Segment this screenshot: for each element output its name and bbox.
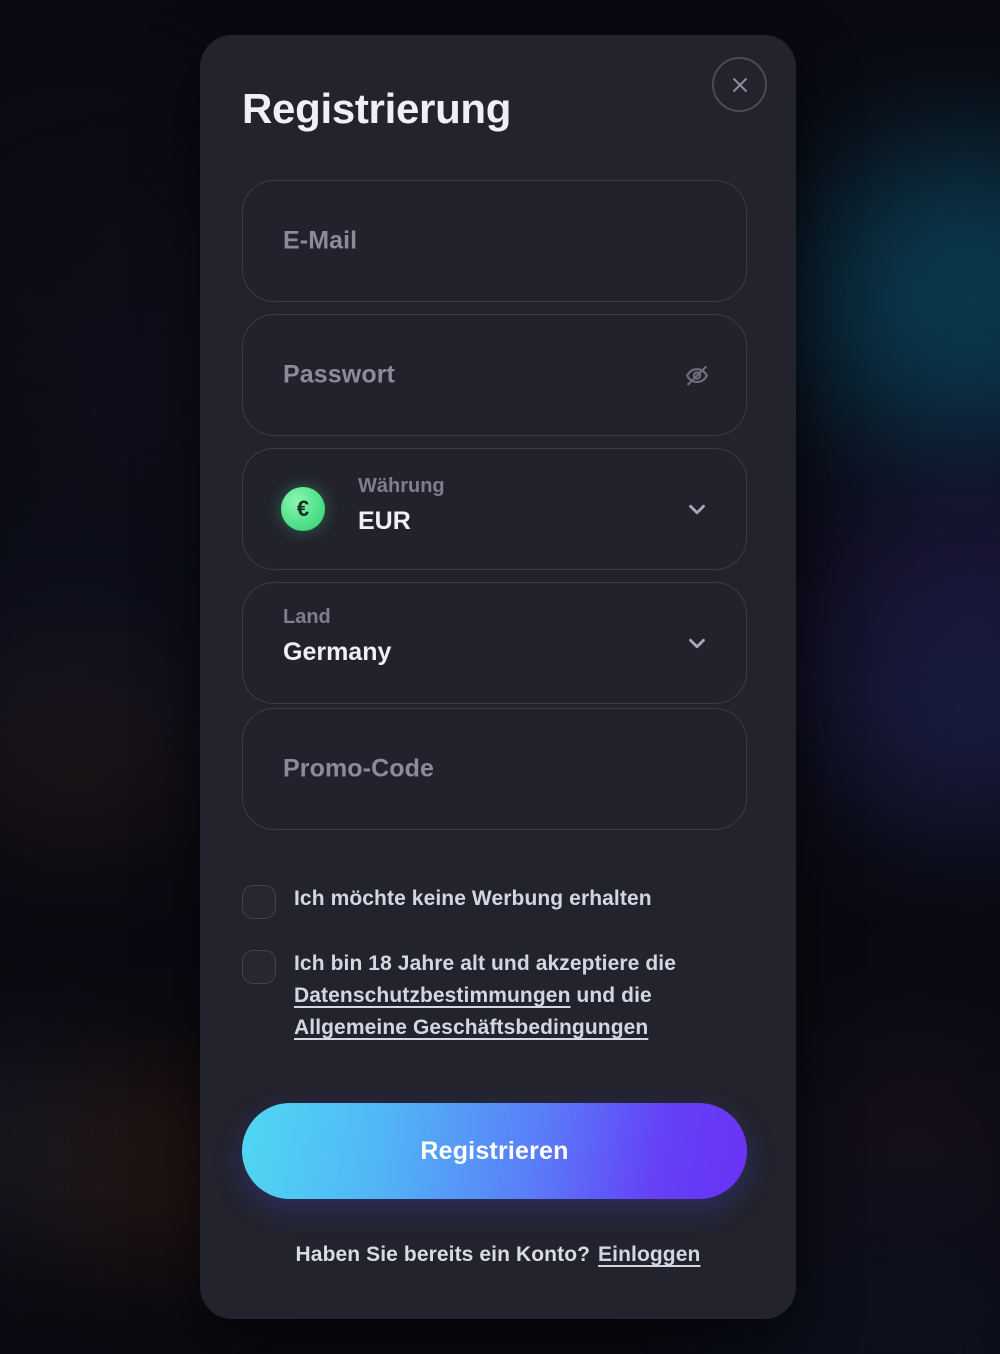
email-placeholder: E-Mail (283, 226, 358, 255)
euro-coin-icon: € (281, 487, 325, 531)
terms-conjunction: und die (570, 984, 652, 1007)
country-label: Land (283, 606, 331, 628)
marketing-optout-label: Ich möchte keine Werbung erhalten (294, 887, 652, 910)
register-button[interactable]: Registrieren (242, 1103, 747, 1199)
terms-line-1: Ich bin 18 Jahre alt und akzeptiere die (294, 952, 677, 975)
password-placeholder: Passwort (283, 360, 395, 389)
marketing-optout-checkbox[interactable] (242, 885, 276, 919)
registration-modal: Registrierung E-Mail Passwort € Währung … (200, 35, 796, 1319)
chevron-down-icon[interactable] (682, 494, 712, 524)
close-circle-icon[interactable] (712, 57, 767, 112)
login-footer: Haben Sie bereits ein Konto? Einloggen (200, 1243, 796, 1267)
country-value: Germany (283, 638, 392, 666)
promo-code-placeholder: Promo-Code (283, 754, 434, 783)
promo-code-field[interactable]: Promo-Code (242, 708, 747, 830)
terms-accept-checkbox[interactable] (242, 950, 276, 984)
privacy-policy-link[interactable]: Datenschutzbestimmungen (294, 984, 571, 1007)
currency-value: EUR (358, 507, 411, 535)
password-field[interactable]: Passwort (242, 314, 747, 436)
terms-accept-label: Ich bin 18 Jahre alt und akzeptiere die … (294, 948, 752, 1044)
currency-label: Währung (358, 475, 445, 497)
email-field[interactable]: E-Mail (242, 180, 747, 302)
currency-select[interactable]: € Währung EUR (242, 448, 747, 570)
page-title: Registrierung (242, 85, 512, 132)
country-select[interactable]: Land Germany (242, 582, 747, 704)
login-question: Haben Sie bereits ein Konto? (295, 1243, 591, 1266)
terms-accept-row[interactable]: Ich bin 18 Jahre alt und akzeptiere die … (242, 948, 752, 1044)
marketing-optout-row[interactable]: Ich möchte keine Werbung erhalten (242, 883, 752, 919)
terms-conditions-link[interactable]: Allgemeine Geschäftsbedingungen (294, 1016, 648, 1039)
eye-off-icon[interactable] (680, 358, 714, 392)
login-link[interactable]: Einloggen (598, 1243, 700, 1266)
chevron-down-icon[interactable] (682, 628, 712, 658)
